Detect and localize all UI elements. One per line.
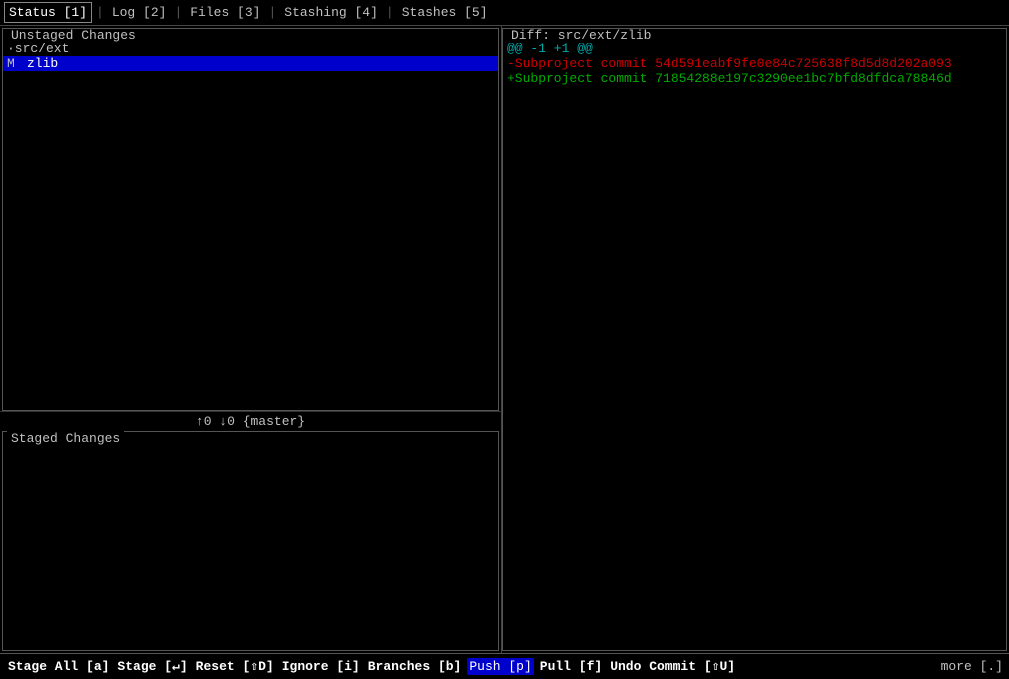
separator-4: | xyxy=(386,5,394,20)
unstaged-panel: Unstaged Changes ·src/ext M zlib xyxy=(2,28,499,411)
unstaged-content: ·src/ext M zlib xyxy=(3,29,498,410)
unstaged-title: Unstaged Changes xyxy=(7,28,140,43)
stage-all-button[interactable]: Stage All [a] xyxy=(6,658,111,675)
pull-button[interactable]: Pull [f] xyxy=(538,658,604,675)
reset-button[interactable]: Reset [⇧D] xyxy=(194,658,276,675)
staged-content xyxy=(3,432,498,650)
diff-hunk: @@ -1 +1 @@ xyxy=(507,41,1006,56)
undo-commit-button[interactable]: Undo Commit [⇧U] xyxy=(608,658,737,675)
tab-bar: Status [1] | Log [2] | Files [3] | Stash… xyxy=(0,0,1009,26)
right-panel: Diff: src/ext/zlib @@ -1 +1 @@ -Subproje… xyxy=(502,28,1007,651)
status-text: ↑0 ↓0 {master} xyxy=(196,414,305,429)
ignore-button[interactable]: Ignore [i] xyxy=(280,658,362,675)
separator-2: | xyxy=(174,5,182,20)
diff-content: @@ -1 +1 @@ -Subproject commit 54d591eab… xyxy=(503,29,1006,650)
file-name: zlib xyxy=(27,56,58,71)
tab-status[interactable]: Status [1] xyxy=(4,2,92,23)
tab-files[interactable]: Files [3] xyxy=(186,3,264,22)
tab-log[interactable]: Log [2] xyxy=(108,3,171,22)
file-status: M xyxy=(7,56,23,71)
app: Status [1] | Log [2] | Files [3] | Stash… xyxy=(0,0,1009,679)
separator-3: | xyxy=(268,5,276,20)
main-content: Unstaged Changes ·src/ext M zlib ↑0 ↓0 {… xyxy=(0,26,1009,653)
tab-stashes[interactable]: Stashes [5] xyxy=(398,3,492,22)
separator-1: | xyxy=(96,5,104,20)
action-bar: Stage All [a] Stage [↵] Reset [⇧D] Ignor… xyxy=(0,653,1009,679)
staged-panel: Staged Changes xyxy=(2,431,499,651)
dir-item: ·src/ext xyxy=(3,41,498,56)
diff-removed: -Subproject commit 54d591eabf9fe0e84c725… xyxy=(507,56,1006,71)
tab-stashing[interactable]: Stashing [4] xyxy=(280,3,382,22)
push-button[interactable]: Push [p] xyxy=(467,658,533,675)
branches-button[interactable]: Branches [b] xyxy=(366,658,464,675)
file-item-zlib[interactable]: M zlib xyxy=(3,56,498,71)
status-bar: ↑0 ↓0 {master} xyxy=(0,411,501,431)
stage-button[interactable]: Stage [↵] xyxy=(115,658,189,675)
diff-added: +Subproject commit 71854288e197c3290ee1b… xyxy=(507,71,1006,86)
more-button[interactable]: more [.] xyxy=(941,659,1003,674)
diff-title: Diff: src/ext/zlib xyxy=(507,28,655,43)
left-panel: Unstaged Changes ·src/ext M zlib ↑0 ↓0 {… xyxy=(0,26,502,653)
staged-title: Staged Changes xyxy=(7,431,124,446)
